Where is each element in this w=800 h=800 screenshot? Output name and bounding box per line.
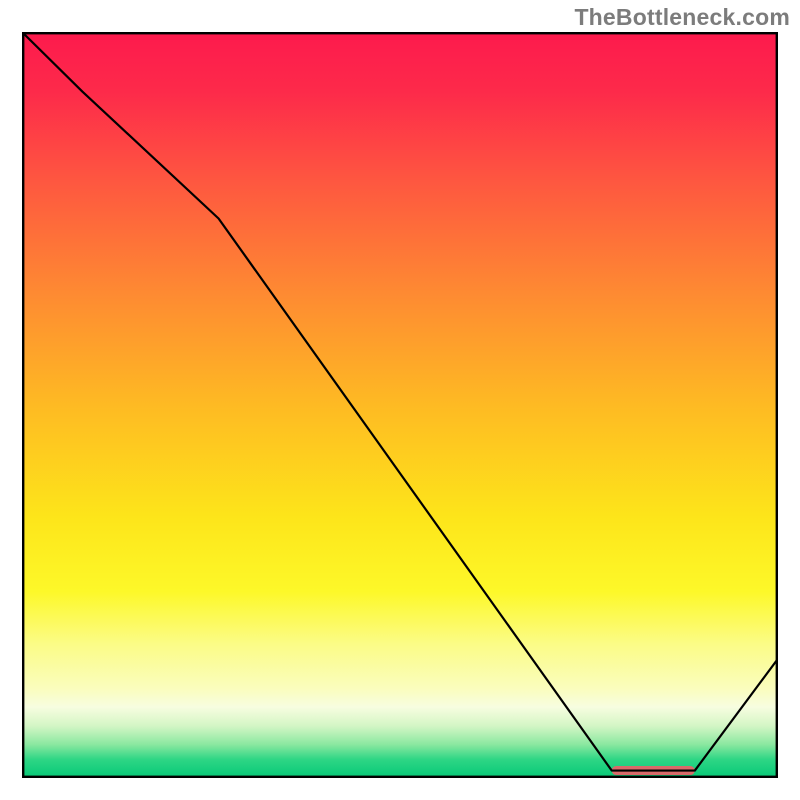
chart-svg: [22, 32, 778, 778]
attribution-text: TheBottleneck.com: [574, 4, 790, 31]
chart-container: TheBottleneck.com: [0, 0, 800, 800]
plot-area: [22, 32, 778, 778]
gradient-background: [22, 32, 778, 778]
